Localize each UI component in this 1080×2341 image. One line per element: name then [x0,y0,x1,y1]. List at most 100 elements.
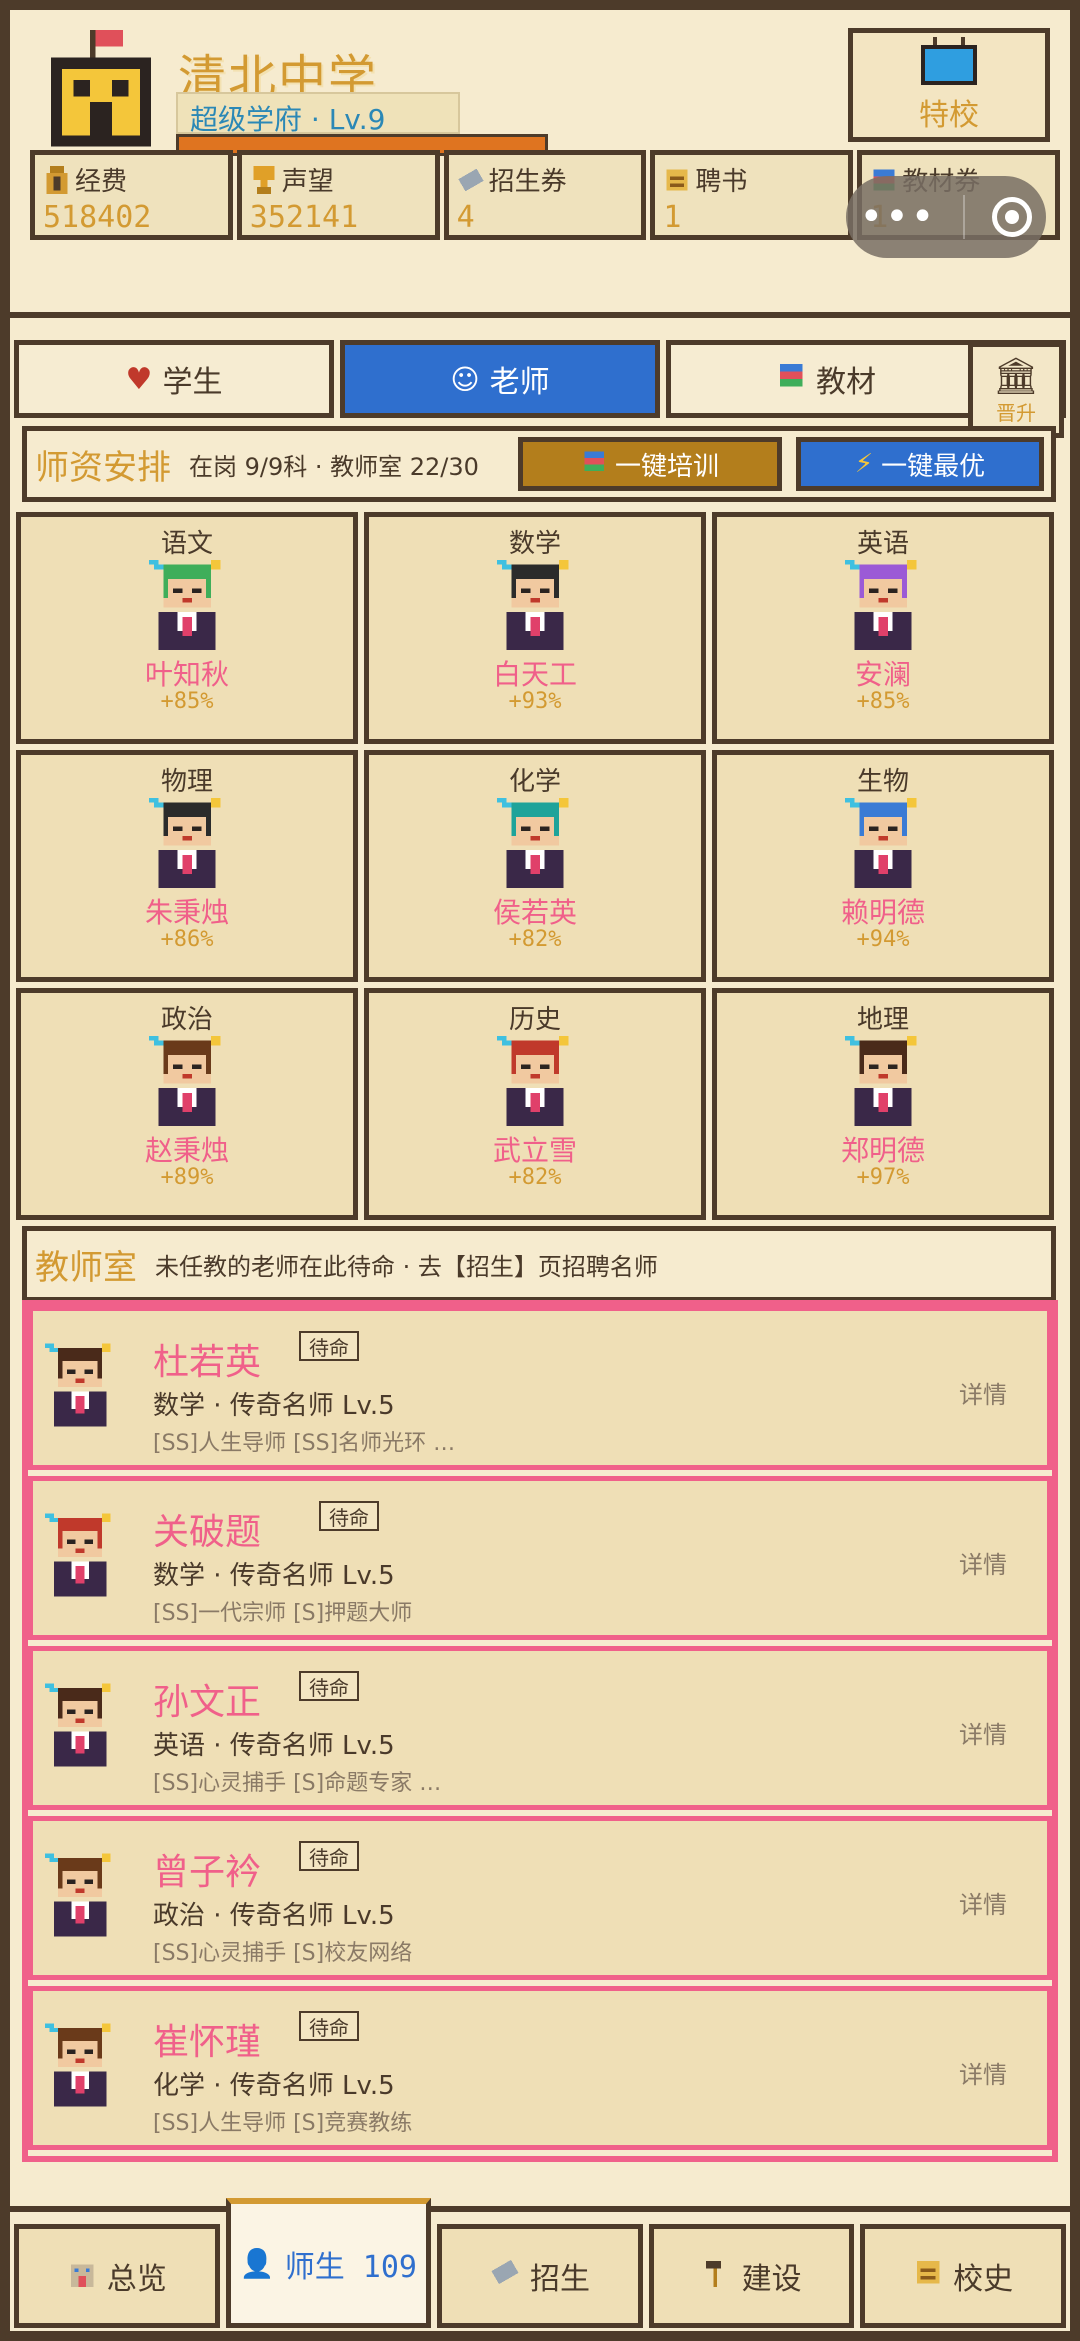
lightning-icon: ⚡ [854,449,874,479]
teacher-name: 曾子衿 [153,1852,262,1893]
teacher-bonus: +82% [508,1165,562,1190]
special-school-label: 特校 [919,98,979,133]
teacher-avatar-icon [845,797,921,889]
tab-teachers[interactable]: ☺ 老师 [340,340,660,418]
detail-link[interactable]: 详情 [959,1715,1007,1750]
train-label: 一键培训 [614,451,719,482]
school-rank: 超级学府 · Lv.9 [176,92,460,136]
teacher-info: 政治 · 传奇名师 Lv.5 [153,1901,395,1931]
teacher-bonus: +93% [508,689,562,714]
teacher-info: 数学 · 传奇名师 Lv.5 [153,1561,395,1591]
detail-label: 详情 [959,1381,1007,1409]
list-item[interactable]: 崔怀瑾 待命 化学 · 传奇名师 Lv.5 [SS]人生导师 [S]竞赛教练 详情 [28,1986,1052,2150]
teacher-avatar-icon [45,1341,115,1429]
teacher-room-list: 杜若英 待命 数学 · 传奇名师 Lv.5 [SS]人生导师 [SS]名师光环 … 详情… [22,1300,1058,2162]
subject-name: 历史 [508,1005,561,1035]
stat-label: 经费 [75,167,128,197]
nav-label: 招生 [529,2262,590,2297]
books-icon [581,448,607,481]
more-icon[interactable]: ••• [860,194,937,240]
stat-label: 招生券 [488,167,567,197]
subject-slot[interactable]: 政治 赵秉烛 +89% [16,988,358,1220]
teacher-avatar-icon [45,1851,115,1939]
teacher-room-header: 教师室 未任教的老师在此待命 · 去【招生】页招聘名师 [22,1226,1056,1302]
teacher-name: 叶知秋 [144,658,229,691]
detail-link[interactable]: 详情 [959,1545,1007,1580]
teacher-avatar-icon [149,1035,225,1127]
detail-link[interactable]: 详情 [959,2055,1007,2090]
ticket-icon [457,166,485,194]
teacher-name: 朱秉烛 [144,896,229,929]
list-item[interactable]: 杜若英 待命数学 · 传奇名师 Lv.5 [SS]人生导师 [SS]名师光环 … 详情 [28,1306,1052,1470]
subject-slot[interactable]: 生物 赖明德 +94% [712,750,1054,982]
standby-badge: 待命 [299,1331,359,1361]
subject-slot[interactable]: 地理 郑明德 +97% [712,988,1054,1220]
detail-link[interactable]: 详情 [959,1885,1007,1920]
standby-badge: 待命 [319,1501,379,1531]
nav-admissions[interactable]: 招生 [437,2224,643,2328]
subject-name: 化学 [508,767,561,797]
stat-label: 聘书 [695,167,748,197]
ticket-icon [490,2257,520,2295]
teacher-skills: [SS]人生导师 [SS]名师光环 … [153,1431,456,1456]
teacher-bonus: +85% [856,689,910,714]
miniprogram-capsule: ••• [846,176,1046,258]
detail-label: 详情 [959,2061,1007,2089]
teacher-avatar-icon [845,1035,921,1127]
teacher-room-subtitle: 未任教的老师在此待命 · 去【招生】页招聘名师 [155,1252,658,1281]
subject-slot[interactable]: 数学 白天工 +93% [364,512,706,744]
teacher-avatar-icon [45,1511,115,1599]
nav-school-history[interactable]: 校史 [860,2224,1066,2328]
subject-slot[interactable]: 化学 侯若英 +82% [364,750,706,982]
teacher-name: 崔怀瑾 [153,2022,262,2063]
list-item[interactable]: 孙文正 待命 英语 · 传奇名师 Lv.5 [SS]心灵捕手 [S]命题专家 … 详情 [28,1646,1052,1810]
stat-label: 声望 [281,167,334,197]
subject-slot[interactable]: 语文 叶知秋 +85% [16,512,358,744]
subject-slot[interactable]: 历史武立雪 +82% [364,988,706,1220]
staffing-title: 师资安排 [35,447,171,488]
list-item[interactable]: 曾子衿 待命 政治 · 传奇名师 Lv.5 [SS]心灵捕手 [S]校友网络 详情 [28,1816,1052,1980]
person-icon: 👤 [239,2247,275,2280]
teacher-bonus: +97% [856,1165,910,1190]
subject-slot[interactable]: 英语 安澜 +85% [712,512,1054,744]
close-target-icon[interactable] [992,197,1033,237]
promote-button[interactable]: 🏛 晋升 [968,342,1064,438]
subject-slot[interactable]: 物理 朱秉烛 +86% [16,750,358,982]
teacher-bonus: +89% [160,1165,214,1190]
teacher-info: 数学 · 传奇名师 Lv.5 [153,1391,395,1421]
special-school-button[interactable]: 特校 [848,28,1050,142]
detail-link[interactable]: 详情 [959,1375,1007,1410]
teacher-room-title: 教师室 [35,1247,137,1288]
scroll-icon [913,2257,943,2295]
bottom-nav: 总览 👤 师生 109 招生 建设 校史 [10,2198,1070,2331]
subject-name: 地理 [856,1005,909,1035]
tab-label: 老师 [489,365,550,400]
subject-name: 数学 [508,529,561,559]
standby-badge: 待命 [299,1841,359,1871]
promote-label: 晋升 [996,400,1036,425]
teacher-name: 杜若英 [153,1342,262,1383]
tab-students[interactable]: ♥ 学生 [14,340,334,418]
nav-teachers-students[interactable]: 👤 师生 109 [225,2198,432,2328]
nav-label: 校史 [953,2262,1014,2297]
teacher-name: 孙文正 [153,1682,262,1723]
nav-construction[interactable]: 建设 [648,2224,855,2328]
tab-label: 学生 [162,365,223,400]
list-item[interactable]: 关破题 待命 数学 · 传奇名师 Lv.5 [SS]一代宗师 [S]押题大师 详情 [28,1476,1052,1640]
teacher-avatar-icon [149,797,225,889]
teacher-avatar-icon [845,559,921,651]
teacher-name: 武立雪 [492,1134,577,1167]
nav-label: 总览 [106,2262,167,2297]
tv-icon [921,37,977,85]
stat-contract: 聘书 1 [650,150,854,240]
one-click-best-button[interactable]: ⚡ 一键最优 [796,437,1044,491]
subject-name: 生物 [856,767,909,797]
subject-name: 英语 [856,529,909,559]
staffing-subtitle: 在岗 9/9科 · 教师室 22/30 [189,452,479,481]
subject-name: 语文 [160,529,213,559]
teacher-bonus: +86% [160,927,214,952]
nav-label: 师生 109 [284,2249,417,2285]
one-click-train-button[interactable]: 一键培训 [518,437,782,491]
school-header: 清北中学 超级学府 · Lv.9 特校 经费 518402 声望 352141 [10,10,1070,318]
nav-overview[interactable]: 总览 [14,2224,220,2328]
